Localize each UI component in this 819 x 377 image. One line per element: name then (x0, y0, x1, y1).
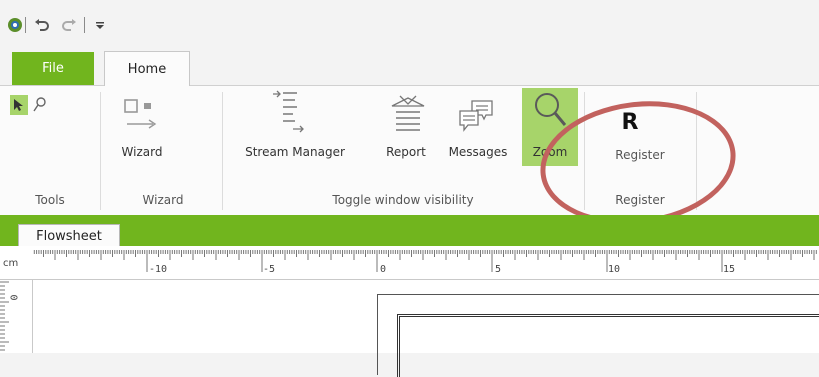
ruler-label: 15 (723, 264, 736, 275)
horizontal-ruler (0, 246, 819, 280)
ruler-label: -10 (149, 264, 168, 275)
redo-icon[interactable] (60, 16, 78, 34)
ruler-label: 10 (608, 264, 621, 275)
tab-home[interactable]: Home (104, 51, 190, 86)
ruler-unit: cm (3, 258, 19, 269)
toolbar-separator (84, 17, 85, 33)
quick-access-toolbar (0, 0, 819, 52)
stream-manager-button[interactable]: Stream Manager (230, 145, 360, 159)
ruler-label: -5 (263, 264, 276, 275)
ruler-label: 5 (495, 264, 502, 275)
pointer-tool-icon[interactable] (10, 95, 28, 115)
wizard-icon[interactable] (119, 92, 163, 136)
undo-icon[interactable] (33, 16, 51, 34)
messages-button[interactable]: Messages (440, 145, 516, 159)
group-label-toggle-window-visibility: Toggle window visibility (332, 193, 474, 207)
group-label-wizard: Wizard (142, 193, 184, 207)
toolbar-separator (25, 17, 26, 33)
document-tab-strip (0, 215, 819, 246)
stream-manager-icon[interactable] (268, 88, 308, 138)
report-icon[interactable] (388, 92, 428, 136)
group-label-tools: Tools (35, 193, 65, 207)
app-logo-icon[interactable] (6, 16, 24, 34)
magnifier-tool-icon[interactable] (31, 95, 49, 115)
messages-icon[interactable] (454, 98, 498, 134)
group-separator (100, 92, 101, 210)
vertical-ruler (0, 280, 33, 353)
tab-file[interactable]: File (12, 52, 94, 85)
wizard-button[interactable]: Wizard (104, 145, 180, 159)
flowsheet-canvas[interactable] (33, 280, 819, 377)
ruler-label: 0 (380, 264, 387, 275)
vruler-label: 0 (7, 294, 19, 301)
customize-toolbar-icon[interactable] (91, 16, 109, 34)
tab-flowsheet[interactable]: Flowsheet (18, 224, 120, 247)
report-button[interactable]: Report (366, 145, 446, 159)
page-border-inner (397, 314, 819, 377)
